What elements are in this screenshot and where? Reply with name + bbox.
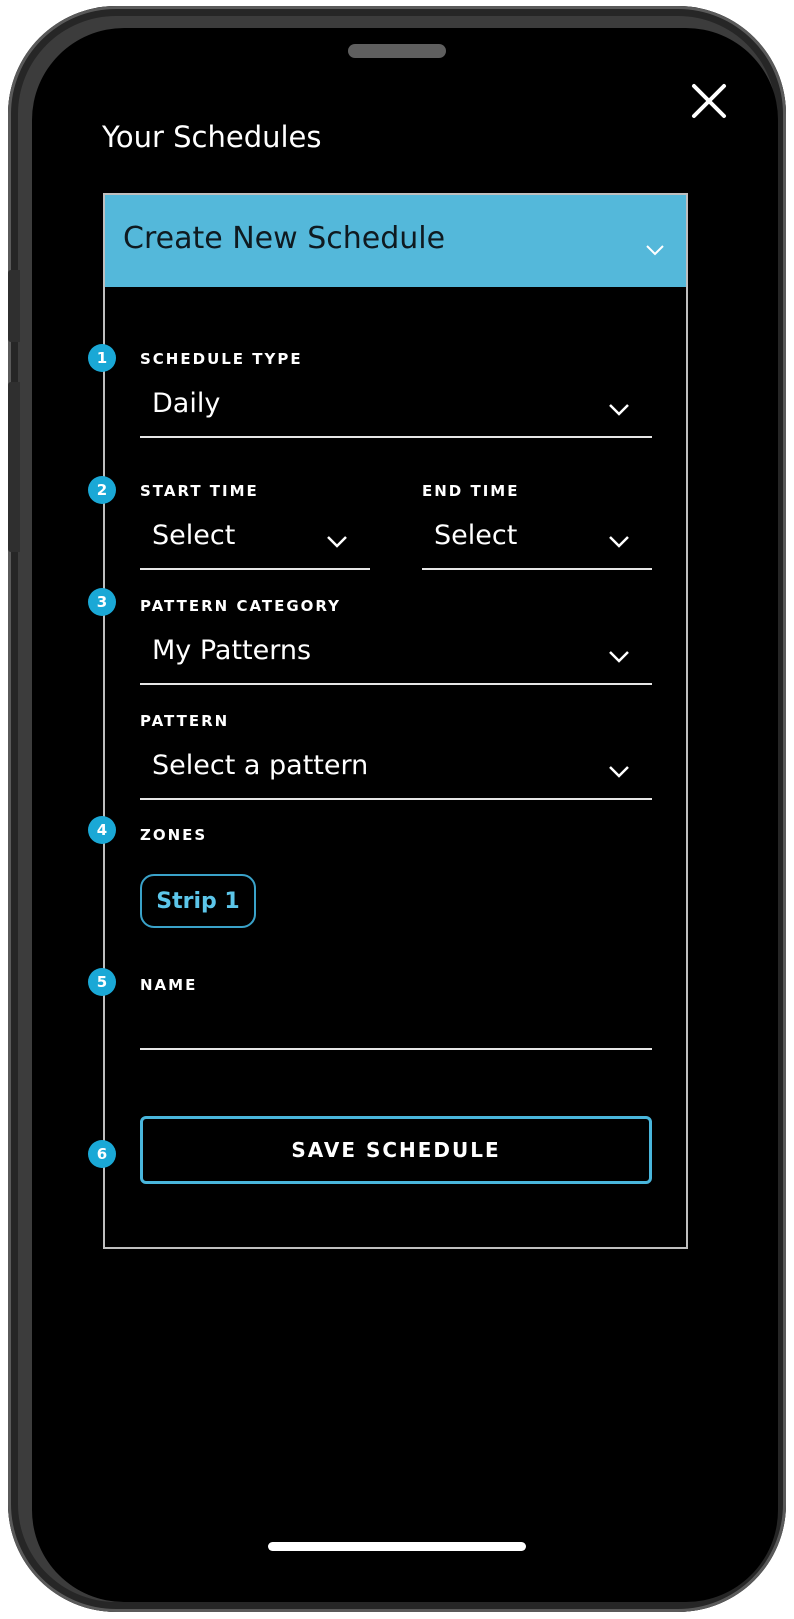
page-title: Your Schedules [102, 120, 322, 154]
create-schedule-header[interactable]: Create New Schedule [105, 195, 686, 287]
chevron-down-icon [645, 241, 665, 260]
step-badge-3: 3 [88, 588, 116, 616]
name-input[interactable] [140, 1014, 652, 1050]
start-time-value: Select [152, 520, 236, 551]
side-button-lower [8, 382, 20, 552]
pattern-category-value: My Patterns [152, 635, 312, 666]
chevron-down-icon [326, 534, 348, 553]
pattern-label: PATTERN [140, 712, 230, 730]
card-title: Create New Schedule [123, 221, 446, 256]
schedule-type-value: Daily [152, 388, 221, 419]
step-badge-2: 2 [88, 476, 116, 504]
save-schedule-button[interactable]: SAVE SCHEDULE [140, 1116, 652, 1184]
end-time-select[interactable]: Select [422, 514, 652, 570]
pattern-category-select[interactable]: My Patterns [140, 629, 652, 685]
speaker-notch [348, 44, 446, 58]
pattern-select[interactable]: Select a pattern [140, 744, 652, 800]
chevron-down-icon [608, 402, 630, 421]
step-badge-6: 6 [88, 1140, 116, 1168]
pattern-value: Select a pattern [152, 750, 369, 781]
step-badge-5: 5 [88, 968, 116, 996]
phone-frame: Your Schedules Create New Schedule 1 SCH… [8, 6, 786, 1612]
zones-label: ZONES [140, 826, 208, 844]
step-badge-1: 1 [88, 344, 116, 372]
start-time-select[interactable]: Select [140, 514, 370, 570]
phone-screen: Your Schedules Create New Schedule 1 SCH… [32, 28, 778, 1602]
zone-chip-strip-1[interactable]: Strip 1 [140, 874, 256, 928]
schedule-type-select[interactable]: Daily [140, 382, 652, 438]
schedule-type-label: SCHEDULE TYPE [140, 350, 303, 368]
start-time-label: START TIME [140, 482, 259, 500]
chevron-down-icon [608, 649, 630, 668]
end-time-value: Select [434, 520, 518, 551]
step-badge-4: 4 [88, 816, 116, 844]
close-icon[interactable] [690, 82, 728, 120]
side-button-upper [8, 270, 20, 342]
name-label: NAME [140, 976, 198, 994]
pattern-category-label: PATTERN CATEGORY [140, 597, 342, 615]
end-time-label: END TIME [422, 482, 520, 500]
chevron-down-icon [608, 764, 630, 783]
home-indicator [268, 1542, 526, 1551]
chevron-down-icon [608, 534, 630, 553]
